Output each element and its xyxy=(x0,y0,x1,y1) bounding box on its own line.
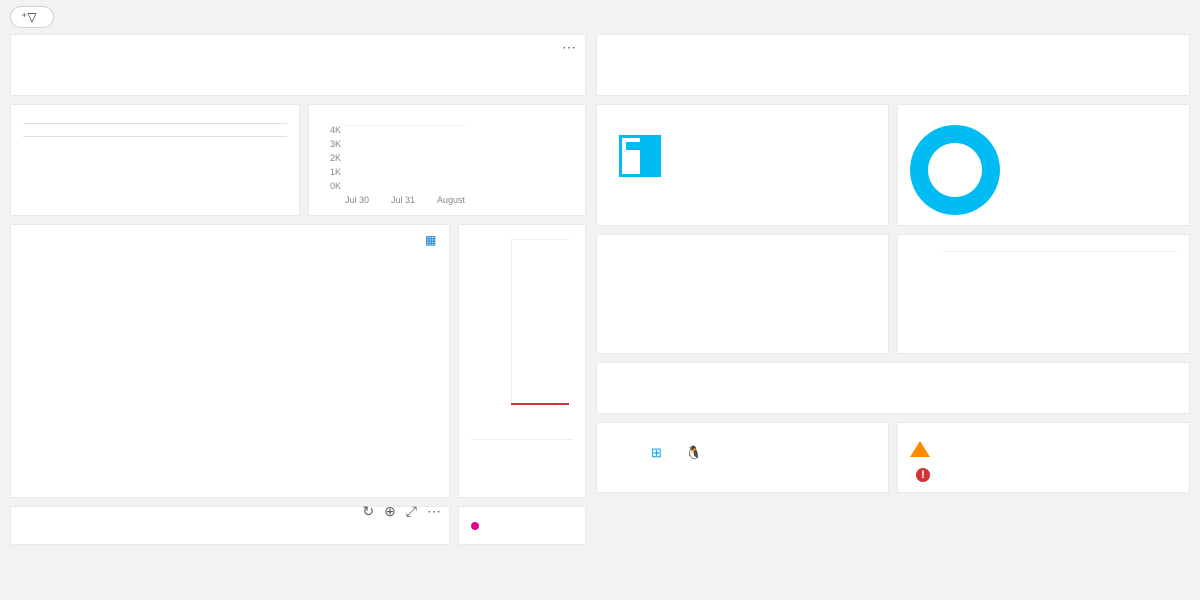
overview-timeline-tile[interactable]: ▦ xyxy=(10,224,450,498)
users-tile[interactable]: 4K3K2K1K0K Jul 30Jul 31August xyxy=(308,104,586,216)
pulse-icon xyxy=(471,522,479,530)
linux-icon: 🐧 xyxy=(686,445,702,461)
security-center-icon xyxy=(619,135,661,177)
npm-tile[interactable]: ! xyxy=(897,422,1190,493)
col-total xyxy=(198,124,243,137)
avail-label xyxy=(471,437,573,440)
error-icon: ! xyxy=(916,468,930,482)
warning-icon xyxy=(910,441,930,457)
application-map-tile[interactable]: ↻ ⊕ ⤢ ⋯ xyxy=(10,506,450,545)
nsg-analytics-tile[interactable] xyxy=(897,234,1190,354)
filter-plus-icon: ⁺▽ xyxy=(21,10,37,24)
overview-chart xyxy=(23,237,309,487)
windows-icon: ⊞ xyxy=(651,445,662,461)
updates-donut-icon xyxy=(609,253,699,343)
more-icon[interactable]: ⋯ xyxy=(427,503,441,520)
failed-requests-tile[interactable] xyxy=(10,104,300,216)
availability-tile[interactable] xyxy=(458,224,586,498)
refresh-icon[interactable]: ↻ xyxy=(362,503,374,520)
availability-chart xyxy=(471,239,573,429)
antimalware-tile[interactable] xyxy=(897,104,1190,226)
failed-requests-table xyxy=(23,123,287,137)
service-map-tile[interactable]: ⊞ 🐧 xyxy=(596,422,889,493)
col-op xyxy=(23,124,68,137)
antimalware-donut-icon xyxy=(910,125,1000,215)
zoom-in-icon[interactable]: ⊕ xyxy=(384,503,396,520)
expand-icon[interactable]: ⤢ xyxy=(406,503,417,520)
system-updates-tile[interactable] xyxy=(596,234,889,354)
add-filter-button[interactable]: ⁺▽ xyxy=(10,6,54,28)
nsg-chart xyxy=(910,251,1177,331)
grid-view-icon[interactable]: ▦ xyxy=(425,233,441,249)
col-pct xyxy=(242,124,287,137)
live-stream-tile[interactable] xyxy=(458,506,586,545)
users-chart: 4K3K2K1K0K Jul 30Jul 31August xyxy=(321,125,465,205)
security-center-tile[interactable] xyxy=(596,104,889,226)
tile-more-icon[interactable]: ⋯ xyxy=(562,39,577,56)
